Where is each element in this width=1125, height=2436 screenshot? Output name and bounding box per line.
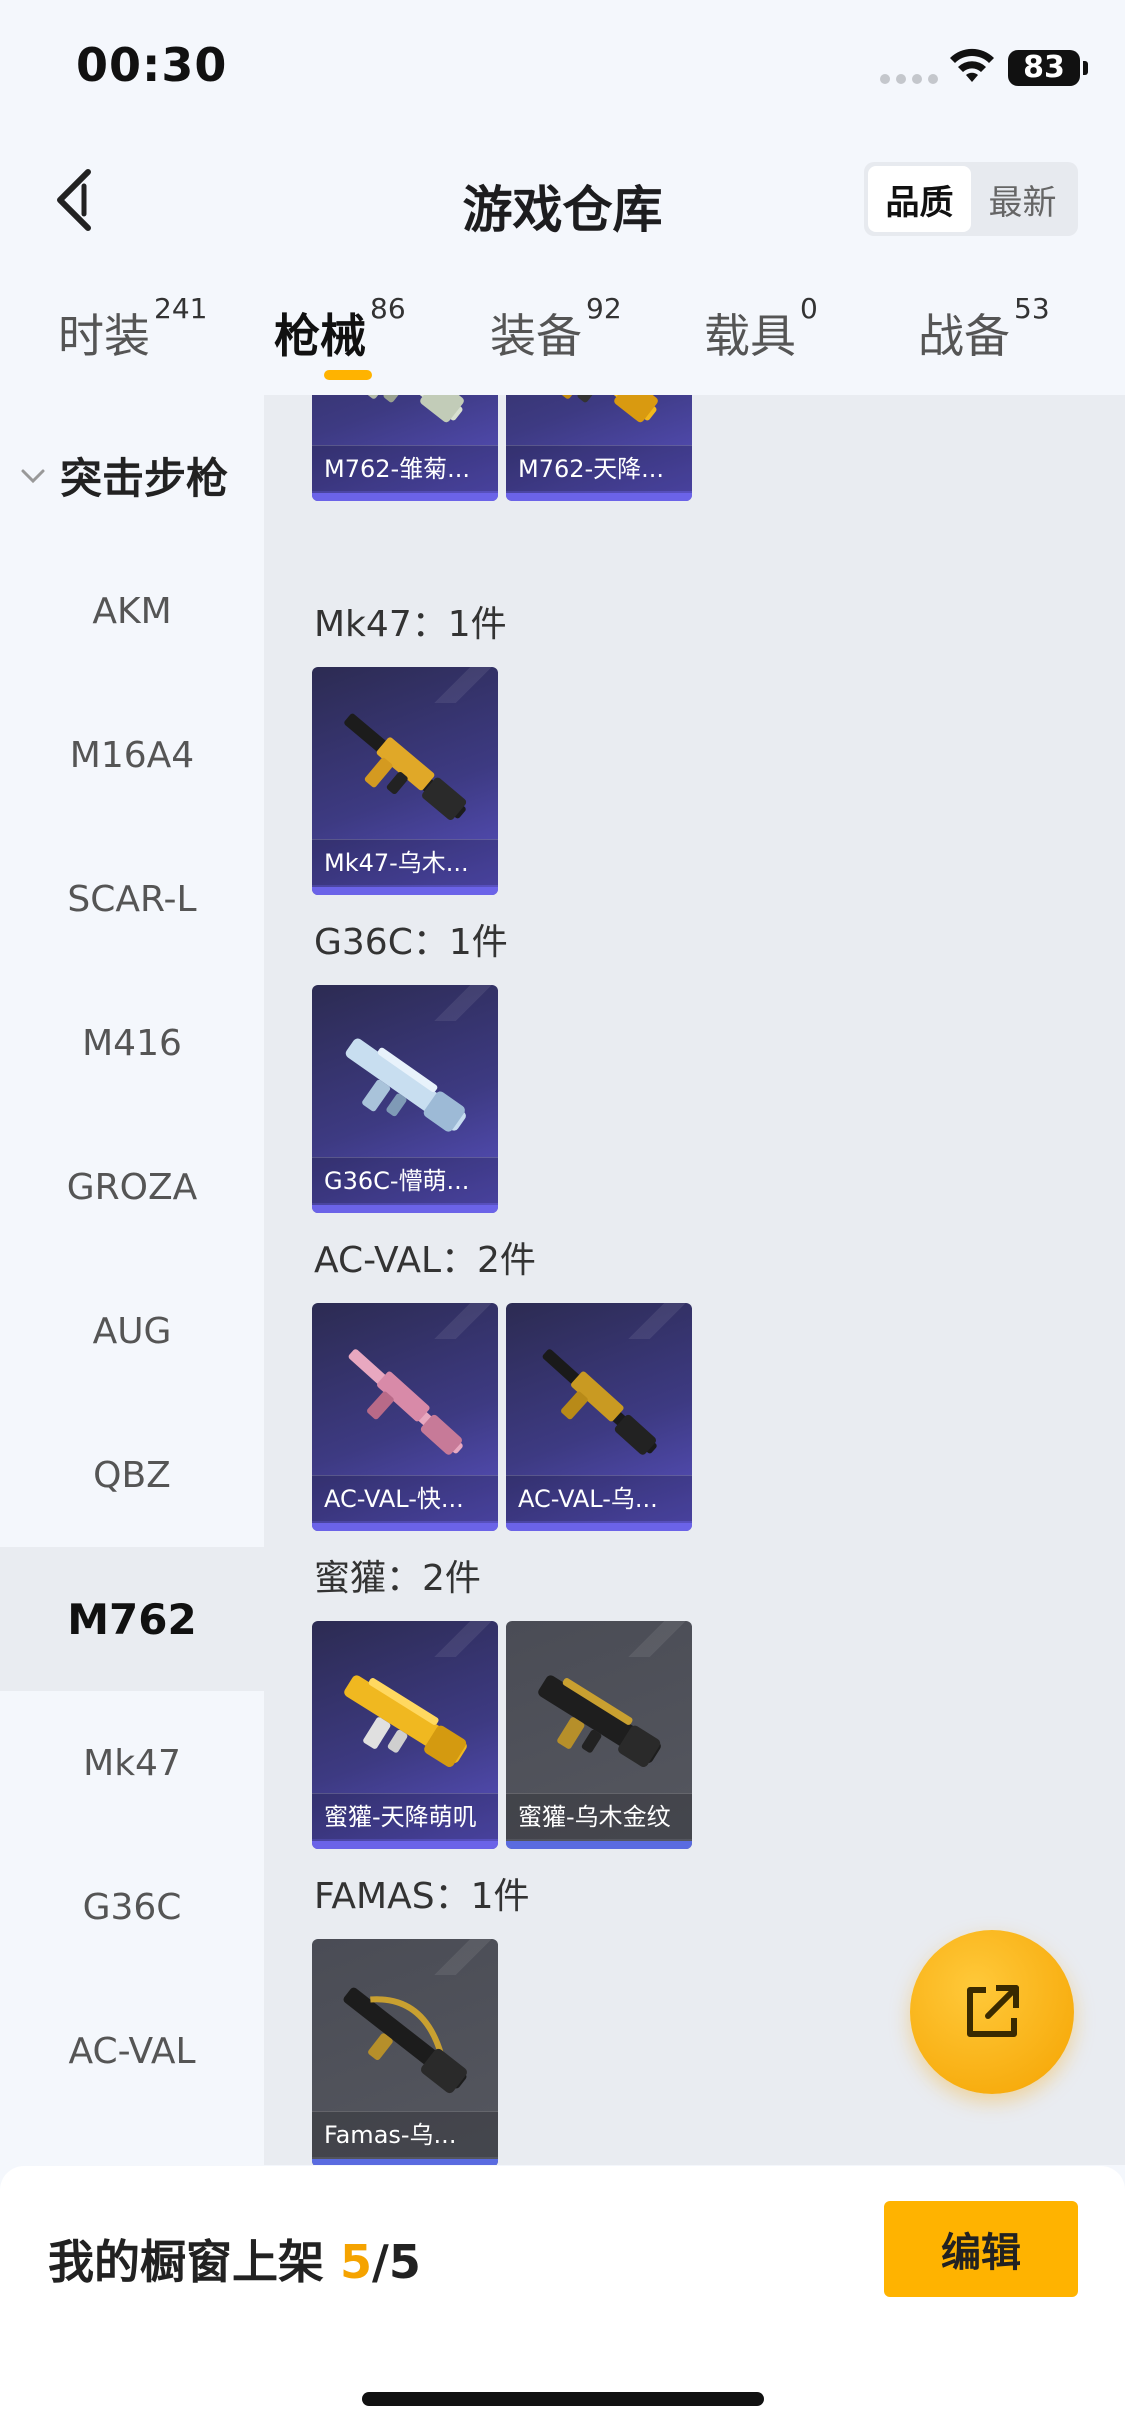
bottom-bar: 我的橱窗上架 5/5 编辑 — [0, 2166, 1125, 2436]
item-card[interactable]: Famas-乌... — [312, 1939, 498, 2165]
tab-equipment[interactable]: 装备92 — [490, 292, 622, 366]
item-card[interactable]: AC-VAL-快... — [312, 1303, 498, 1531]
tab-count: 86 — [370, 292, 406, 325]
item-name: 蜜獾-乌木金纹 — [506, 1793, 692, 1839]
tab-firearms[interactable]: 枪械86 — [274, 292, 406, 380]
tab-label: 载具 — [704, 309, 796, 363]
share-icon — [967, 1985, 1019, 2037]
item-name: Famas-乌... — [312, 2111, 498, 2157]
rifle-icon — [542, 1349, 657, 1455]
showcase-current: 5 — [340, 2235, 373, 2289]
header: 游戏仓库 品质 最新 — [0, 130, 1125, 270]
item-card[interactable]: G36C-懵萌... — [312, 985, 498, 1213]
sidebar-item-mk47[interactable]: Mk47 — [0, 1691, 264, 1835]
tab-count: 92 — [586, 292, 622, 325]
showcase-total: /5 — [372, 2235, 421, 2289]
tab-count: 0 — [800, 292, 818, 325]
section-title-g36c: G36C：1件 — [314, 922, 508, 963]
tab-count: 241 — [154, 292, 208, 325]
rifle-icon — [345, 1038, 466, 1132]
showcase-label: 我的橱窗上架 — [48, 2235, 324, 2289]
share-button[interactable] — [910, 1930, 1074, 2094]
weapon-type-sidebar: 突击步枪 AKM M16A4 SCAR-L M416 GROZA AUG QBZ… — [0, 395, 264, 2165]
sidebar-item-scar-l[interactable]: SCAR-L — [0, 827, 264, 971]
item-card[interactable]: M762-天降... — [506, 395, 692, 501]
active-tab-indicator — [324, 370, 372, 380]
category-tabs: 时装241 枪械86 装备92 载具0 战备53 — [0, 290, 1125, 400]
rifle-icon — [343, 1987, 467, 2094]
rifle-icon — [344, 395, 464, 423]
wifi-icon — [950, 48, 994, 82]
tab-count: 53 — [1014, 292, 1050, 325]
inventory-grid: M762-雏菊... M762-天降... Mk47：1件 Mk47-乌木...… — [264, 395, 1125, 2165]
sidebar-group-assault-rifles[interactable]: 突击步枪 — [18, 445, 228, 506]
item-name: 蜜獾-天降萌叽 — [312, 1793, 498, 1839]
sidebar-item-qbz[interactable]: QBZ — [0, 1403, 264, 1547]
tab-label: 战备 — [918, 309, 1010, 363]
sidebar-item-akm[interactable]: AKM — [0, 539, 264, 683]
sidebar-item-g36c[interactable]: G36C — [0, 1835, 264, 1979]
sidebar-item-aug[interactable]: AUG — [0, 1259, 264, 1403]
sidebar-item-ac-val[interactable]: AC-VAL — [0, 1979, 264, 2123]
home-indicator[interactable] — [362, 2392, 764, 2406]
sidebar-group-label: 突击步枪 — [60, 454, 229, 503]
tab-label: 装备 — [490, 309, 582, 363]
sidebar-item-m416[interactable]: M416 — [0, 971, 264, 1115]
sidebar-item-m762[interactable]: M762 — [0, 1547, 264, 1691]
tab-fashion[interactable]: 时装241 — [58, 292, 207, 366]
item-card[interactable]: Mk47-乌木... — [312, 667, 498, 895]
item-card[interactable]: 蜜獾-天降萌叽 — [312, 1621, 498, 1849]
showcase-status: 我的橱窗上架 5/5 — [48, 2226, 421, 2292]
item-name: AC-VAL-乌... — [506, 1475, 692, 1521]
item-name: AC-VAL-快... — [312, 1475, 498, 1521]
sidebar-item-groza[interactable]: GROZA — [0, 1115, 264, 1259]
item-name: M762-天降... — [506, 445, 692, 491]
item-name: M762-雏菊... — [312, 445, 498, 491]
section-title-ac-val: AC-VAL：2件 — [314, 1240, 536, 1281]
rifle-icon — [538, 395, 658, 423]
tab-label: 枪械 — [274, 309, 366, 363]
sort-quality-option[interactable]: 品质 — [868, 166, 971, 232]
battery-icon: 83 — [1008, 50, 1088, 86]
item-card[interactable]: M762-雏菊... — [312, 395, 498, 501]
item-name: Mk47-乌木... — [312, 839, 498, 885]
edit-button[interactable]: 编辑 — [884, 2201, 1078, 2297]
rifle-icon — [538, 1675, 661, 1767]
status-bar: 00:30 83 — [0, 0, 1125, 130]
section-title-famas: FAMAS：1件 — [314, 1876, 530, 1917]
section-title-mk47: Mk47：1件 — [314, 604, 507, 645]
item-card[interactable]: AC-VAL-乌... — [506, 1303, 692, 1531]
tab-label: 时装 — [58, 309, 150, 363]
item-name: G36C-懵萌... — [312, 1157, 498, 1203]
tab-vehicles[interactable]: 载具0 — [704, 292, 818, 366]
sort-newest-option[interactable]: 最新 — [971, 166, 1074, 232]
chevron-down-icon — [21, 469, 45, 483]
sidebar-item-m16a4[interactable]: M16A4 — [0, 683, 264, 827]
status-time: 00:30 — [76, 38, 228, 92]
rifle-icon — [348, 1349, 463, 1455]
sort-toggle: 品质 最新 — [864, 162, 1078, 236]
rifle-icon — [344, 1675, 467, 1767]
section-title-honey-badger: 蜜獾：2件 — [314, 1558, 481, 1599]
cellular-signal-icon — [880, 74, 938, 84]
item-card[interactable]: 蜜獾-乌木金纹 — [506, 1621, 692, 1849]
rifle-icon — [344, 713, 467, 820]
tab-supplies[interactable]: 战备53 — [918, 292, 1050, 366]
